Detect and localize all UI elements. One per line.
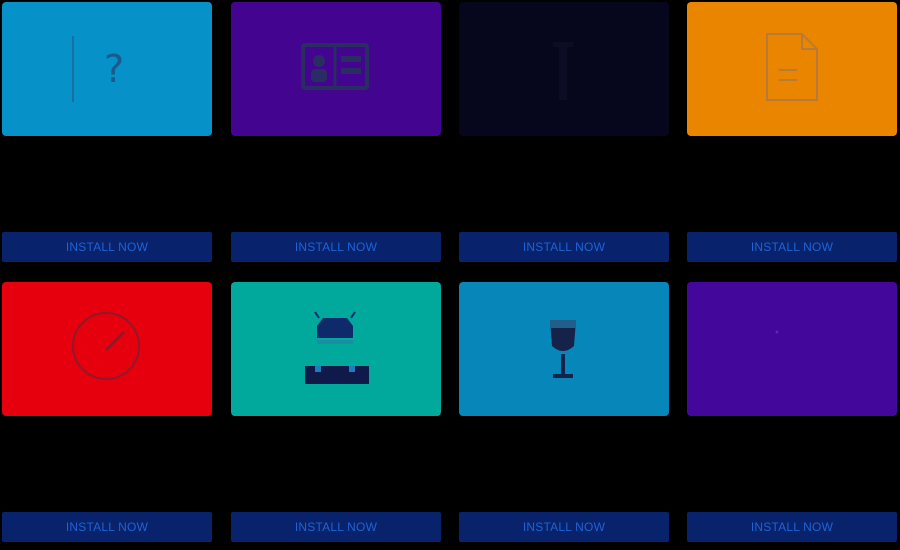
document-icon	[766, 33, 818, 101]
app-card[interactable]: INSTALL NOW	[2, 282, 212, 542]
tower-icon	[553, 42, 573, 100]
app-grid: ? INSTALL NOW INSTALL NOW INSTALL NOW IN…	[0, 0, 900, 550]
app-card[interactable]: INSTALL NOW	[687, 2, 897, 262]
app-tile[interactable]	[2, 282, 212, 416]
install-now-button[interactable]: INSTALL NOW	[231, 512, 441, 542]
install-now-button[interactable]: INSTALL NOW	[687, 512, 897, 542]
app-card[interactable]: INSTALL NOW	[687, 282, 897, 542]
app-tile[interactable]	[459, 282, 669, 416]
app-card[interactable]: ? INSTALL NOW	[2, 2, 212, 262]
faint-symbol-icon	[775, 330, 779, 334]
android-robot-icon	[305, 311, 369, 384]
svg-text:?: ?	[104, 47, 124, 91]
app-tile[interactable]	[459, 2, 669, 136]
install-now-button[interactable]: INSTALL NOW	[2, 232, 212, 262]
question-mark-icon: ?	[72, 36, 124, 102]
wine-glass-icon	[550, 320, 576, 378]
app-tile[interactable]	[687, 2, 897, 136]
app-card[interactable]: INSTALL NOW	[459, 2, 669, 262]
install-now-button[interactable]: INSTALL NOW	[687, 232, 897, 262]
app-tile[interactable]	[231, 282, 441, 416]
app-tile[interactable]	[231, 2, 441, 136]
app-tile[interactable]: ?	[2, 2, 212, 136]
app-card[interactable]: INSTALL NOW	[459, 282, 669, 542]
speedometer-icon	[72, 312, 140, 380]
app-card[interactable]: INSTALL NOW	[231, 2, 441, 262]
app-card[interactable]: INSTALL NOW	[231, 282, 441, 542]
install-now-button[interactable]: INSTALL NOW	[459, 512, 669, 542]
app-tile[interactable]	[687, 282, 897, 416]
install-now-button[interactable]: INSTALL NOW	[231, 232, 441, 262]
install-now-button[interactable]: INSTALL NOW	[459, 232, 669, 262]
contact-card-icon	[301, 43, 369, 90]
install-now-button[interactable]: INSTALL NOW	[2, 512, 212, 542]
